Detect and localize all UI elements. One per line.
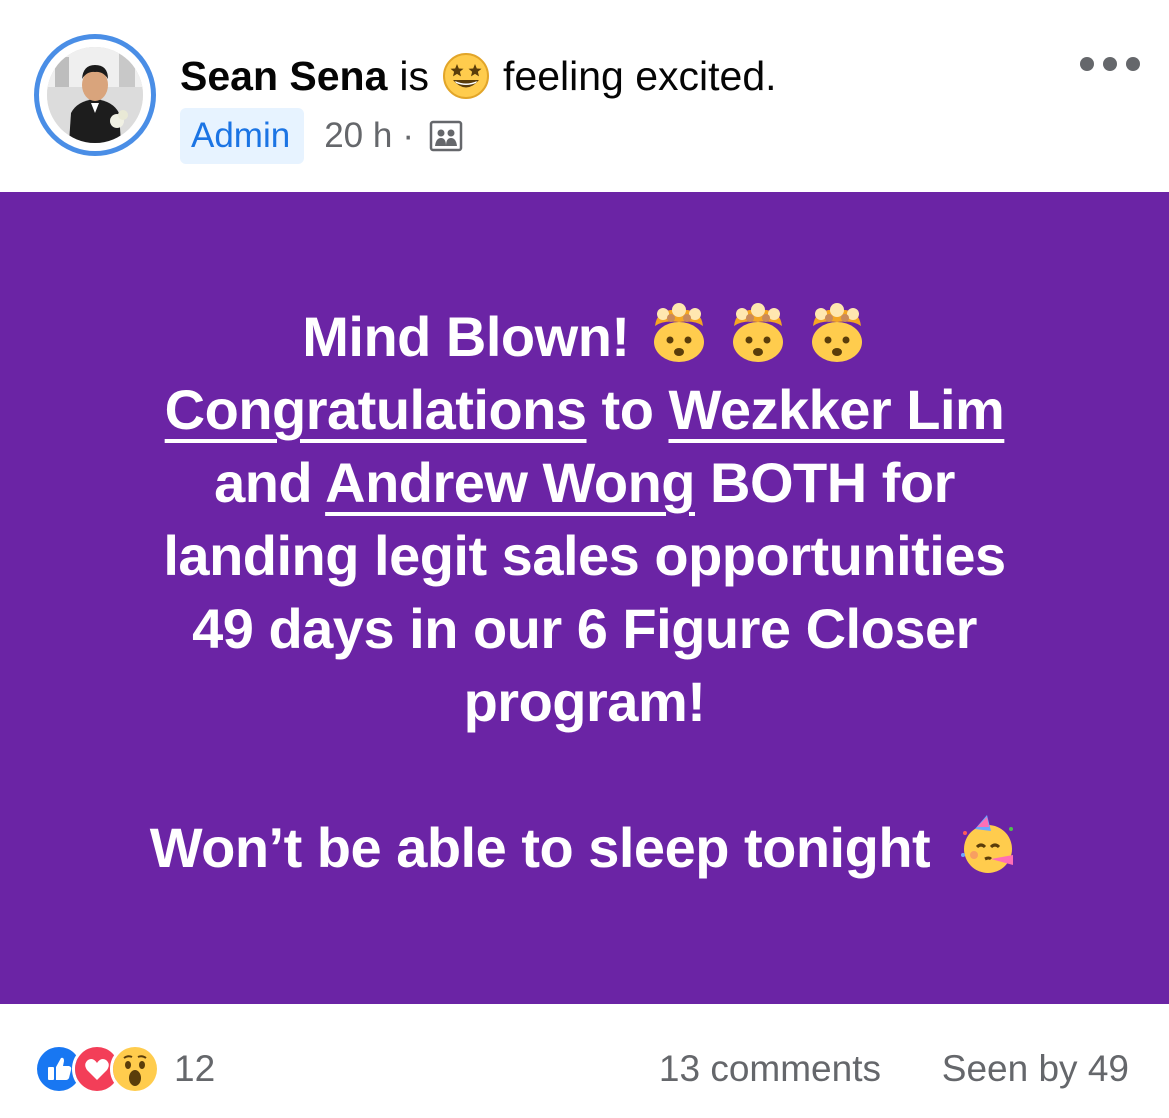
message-text: BOTH for	[695, 451, 955, 514]
admin-badge[interactable]: Admin	[180, 108, 305, 164]
group-members-icon[interactable]	[428, 118, 464, 154]
post-header: Sean Sena is feeling excited. Admin 20 h…	[0, 0, 1169, 192]
message-line-4: landing legit sales opportunities	[163, 524, 1006, 587]
message-line-2: Congratulations to Wezkker Lim	[60, 373, 1109, 446]
message-line-3: and Andrew Wong BOTH for	[60, 446, 1109, 519]
post-timestamp[interactable]: 20 h	[324, 116, 392, 156]
post-footer: 12 13 comments Seen by 49	[0, 1004, 1169, 1118]
message-text: and	[214, 451, 326, 514]
post-meta: Admin 20 h ·	[180, 108, 464, 164]
mention-wezkker-lim[interactable]: Wezkker Lim	[668, 378, 1004, 441]
author-avatar[interactable]	[34, 34, 156, 156]
message-line-7: Won’t be able to sleep tonight	[60, 811, 1109, 884]
exploding-head-emoji	[811, 303, 862, 362]
partying-face-emoji	[961, 815, 1014, 873]
more-dot	[1103, 57, 1117, 71]
wow-icon	[110, 1044, 160, 1094]
author-name[interactable]: Sean Sena	[180, 50, 387, 102]
more-options-icon[interactable]	[1080, 50, 1140, 78]
reaction-count[interactable]: 12	[174, 1048, 215, 1090]
avatar-photo	[47, 47, 143, 143]
seen-by-link[interactable]: Seen by 49	[942, 1048, 1129, 1090]
star-struck-emoji	[443, 53, 489, 99]
post-message: Mind Blown! Congratulations to Wezkker L…	[60, 300, 1109, 884]
post: Sean Sena is feeling excited. Admin 20 h…	[0, 0, 1169, 1118]
more-dot	[1080, 57, 1094, 71]
text-background-card: Mind Blown! Congratulations to Wezkker L…	[0, 192, 1169, 1004]
author-line: Sean Sena is feeling excited.	[180, 50, 777, 102]
comments-count-link[interactable]: 13 comments	[659, 1048, 881, 1090]
message-line-1: Mind Blown!	[60, 300, 1109, 373]
congratulations-hashtag-link[interactable]: Congratulations	[165, 378, 587, 441]
message-text: to	[586, 378, 669, 441]
feeling-prefix: is	[399, 53, 429, 99]
meta-separator: ·	[402, 116, 414, 155]
exploding-head-emoji	[732, 303, 783, 362]
exploding-head-emoji	[653, 303, 704, 362]
message-line-5: 49 days in our 6 Figure Closer	[192, 597, 977, 660]
reactions-summary[interactable]: 12	[34, 1044, 215, 1094]
feeling-text[interactable]: feeling excited.	[503, 50, 777, 102]
mention-andrew-wong[interactable]: Andrew Wong	[325, 451, 695, 514]
more-dot	[1126, 57, 1140, 71]
message-line-6: program!	[463, 670, 706, 733]
message-text: Won’t be able to sleep tonight	[149, 816, 931, 879]
message-text: Mind Blown!	[302, 305, 630, 368]
